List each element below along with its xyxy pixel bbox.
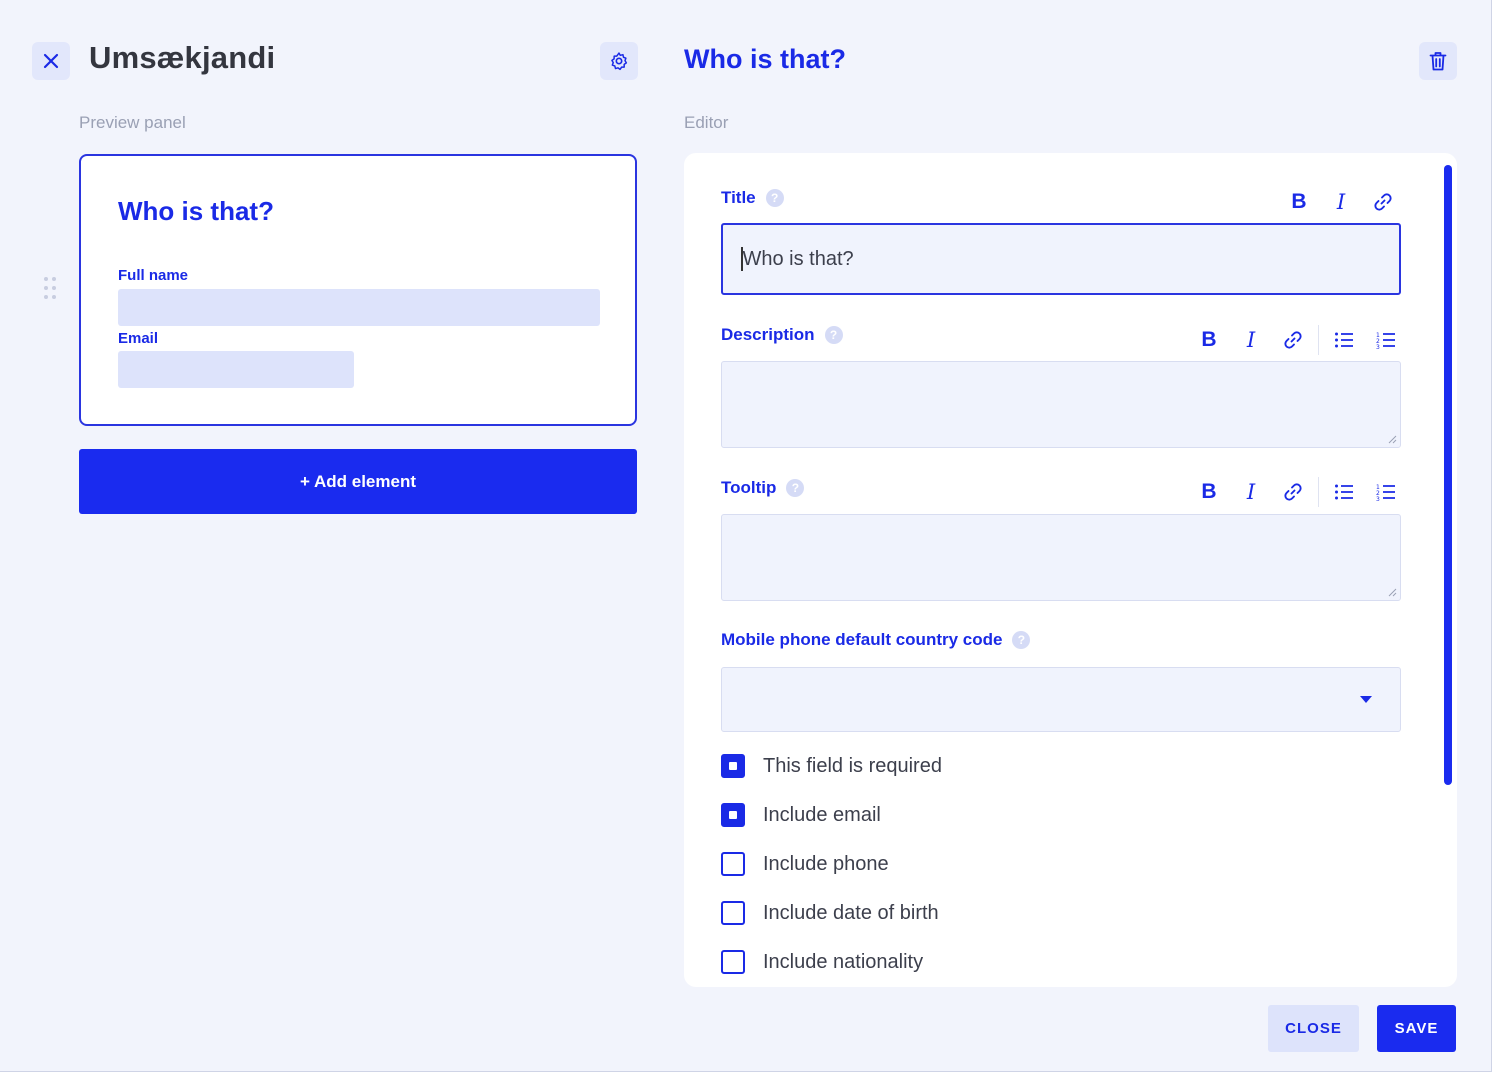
italic-button[interactable]: I	[1320, 187, 1362, 217]
bullet-list-icon	[1335, 484, 1353, 500]
checkbox-row-dob[interactable]: Include date of birth	[721, 901, 939, 925]
svg-text:3: 3	[1376, 344, 1380, 349]
preview-full-name-input	[118, 289, 600, 326]
link-button[interactable]	[1362, 187, 1404, 217]
include-phone-checkbox[interactable]	[721, 852, 745, 876]
bold-button[interactable]: B	[1188, 325, 1230, 355]
delete-button[interactable]	[1419, 42, 1457, 80]
tooltip-textarea[interactable]	[721, 514, 1401, 601]
title-input[interactable]: Who is that?	[721, 223, 1401, 295]
close-panel-button[interactable]	[32, 42, 70, 80]
italic-button[interactable]: I	[1230, 477, 1272, 507]
tooltip-toolbar: B I 1 2 3	[1188, 477, 1407, 507]
link-icon	[1284, 331, 1302, 349]
preview-card-title: Who is that?	[118, 196, 274, 226]
include-email-checkbox[interactable]	[721, 803, 745, 827]
preview-field-label: Email	[118, 330, 159, 347]
description-label-text: Description	[721, 325, 815, 344]
help-icon[interactable]: ?	[1012, 631, 1031, 649]
preview-card[interactable]: Who is that? Full name Email	[79, 154, 637, 426]
preview-panel-label: Preview panel	[79, 113, 186, 132]
include-nationality-checkbox[interactable]	[721, 950, 745, 974]
title-label-text: Title	[721, 188, 756, 207]
toolbar-divider	[1318, 477, 1319, 507]
chevron-down-icon	[1360, 696, 1372, 703]
title-toolbar: B I	[1278, 187, 1404, 217]
bullet-list-button[interactable]	[1323, 477, 1365, 507]
country-code-select[interactable]	[721, 667, 1401, 732]
editor-section-label: Editor	[684, 113, 729, 132]
link-icon	[1284, 483, 1302, 501]
bold-button[interactable]: B	[1188, 477, 1230, 507]
numbered-list-icon: 1 2 3	[1376, 484, 1395, 501]
description-toolbar: B I 1 2 3	[1188, 325, 1407, 355]
svg-text:3: 3	[1376, 496, 1380, 501]
numbered-list-button[interactable]: 1 2 3	[1365, 325, 1407, 355]
link-icon	[1374, 193, 1392, 211]
required-checkbox[interactable]	[721, 754, 745, 778]
checkbox-row-nationality[interactable]: Include nationality	[721, 950, 923, 974]
page-title: Umsækjandi	[89, 40, 276, 75]
italic-button[interactable]: I	[1230, 325, 1272, 355]
checkbox-label: Include email	[763, 803, 881, 826]
editor-card: Title ? B I Who is that? Description ? B…	[684, 153, 1457, 987]
country-code-label-text: Mobile phone default country code	[721, 630, 1003, 649]
scrollbar[interactable]	[1444, 165, 1452, 785]
save-button[interactable]: SAVE	[1377, 1005, 1456, 1052]
help-icon[interactable]: ?	[786, 479, 805, 497]
settings-button[interactable]	[600, 42, 638, 80]
close-button[interactable]: CLOSE	[1268, 1005, 1359, 1052]
checkbox-label: Include nationality	[763, 950, 924, 973]
toolbar-divider	[1318, 325, 1319, 355]
link-button[interactable]	[1272, 477, 1314, 507]
gear-icon	[611, 52, 628, 71]
checkbox-label: Include date of birth	[763, 901, 939, 924]
numbered-list-icon: 1 2 3	[1376, 332, 1395, 349]
help-icon[interactable]: ?	[824, 326, 843, 344]
description-textarea[interactable]	[721, 361, 1401, 448]
tooltip-label-text: Tooltip	[721, 478, 777, 497]
checkbox-row-email[interactable]: Include email	[721, 803, 881, 827]
tooltip-field-label: Tooltip ?	[721, 478, 805, 498]
include-dob-checkbox[interactable]	[721, 901, 745, 925]
resize-grip-icon[interactable]	[1387, 434, 1397, 444]
bold-button[interactable]: B	[1278, 187, 1320, 217]
checkbox-row-phone[interactable]: Include phone	[721, 852, 889, 876]
link-button[interactable]	[1272, 325, 1314, 355]
preview-email-input	[118, 351, 354, 388]
checkbox-label: This field is required	[763, 754, 942, 777]
add-element-button[interactable]: + Add element	[79, 449, 637, 514]
preview-field-label: Full name	[118, 267, 189, 284]
country-code-field-label: Mobile phone default country code ?	[721, 630, 1031, 650]
checkbox-label: Include phone	[763, 852, 889, 875]
editor-heading: Who is that?	[684, 44, 846, 74]
description-field-label: Description ?	[721, 325, 843, 345]
resize-grip-icon[interactable]	[1387, 587, 1397, 597]
bullet-list-icon	[1335, 332, 1353, 348]
title-input-value: Who is that?	[742, 247, 854, 270]
help-icon[interactable]: ?	[765, 189, 784, 207]
trash-icon	[1429, 52, 1447, 71]
modal-frame: Umsækjandi Preview panel Who is that? Fu…	[0, 0, 1492, 1072]
bullet-list-button[interactable]	[1323, 325, 1365, 355]
numbered-list-button[interactable]: 1 2 3	[1365, 477, 1407, 507]
checkbox-row-required[interactable]: This field is required	[721, 754, 942, 778]
title-field-label: Title ?	[721, 188, 784, 208]
close-icon	[43, 53, 59, 69]
drag-handle-icon[interactable]	[44, 277, 58, 301]
